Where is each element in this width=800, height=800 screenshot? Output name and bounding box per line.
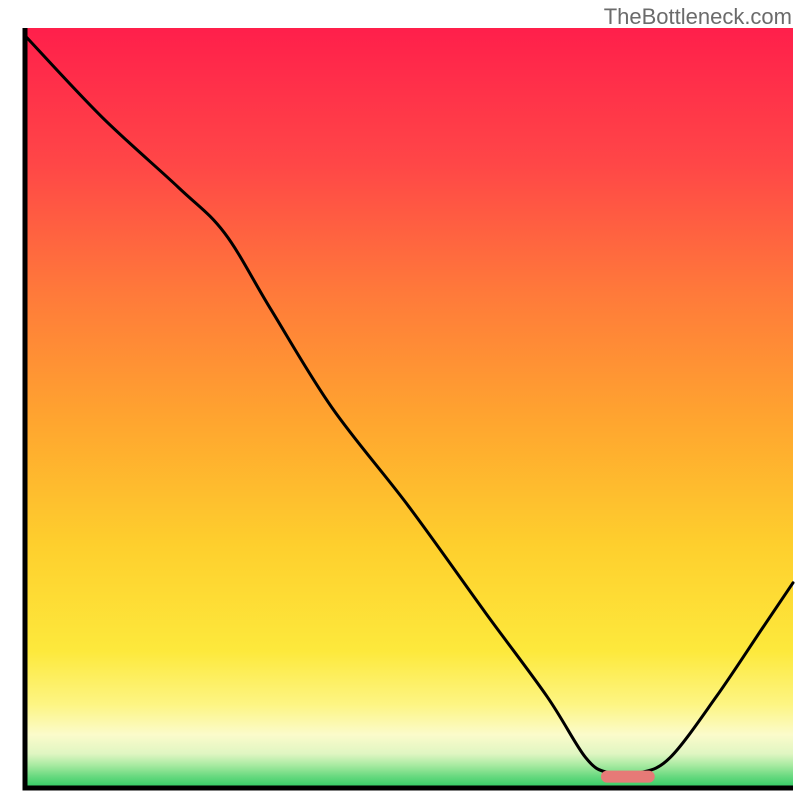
chart-container: TheBottleneck.com — [0, 0, 800, 800]
watermark-text: TheBottleneck.com — [604, 4, 792, 30]
chart-svg — [0, 0, 800, 800]
range-pill-marker — [601, 771, 655, 783]
gradient-background — [25, 28, 793, 788]
